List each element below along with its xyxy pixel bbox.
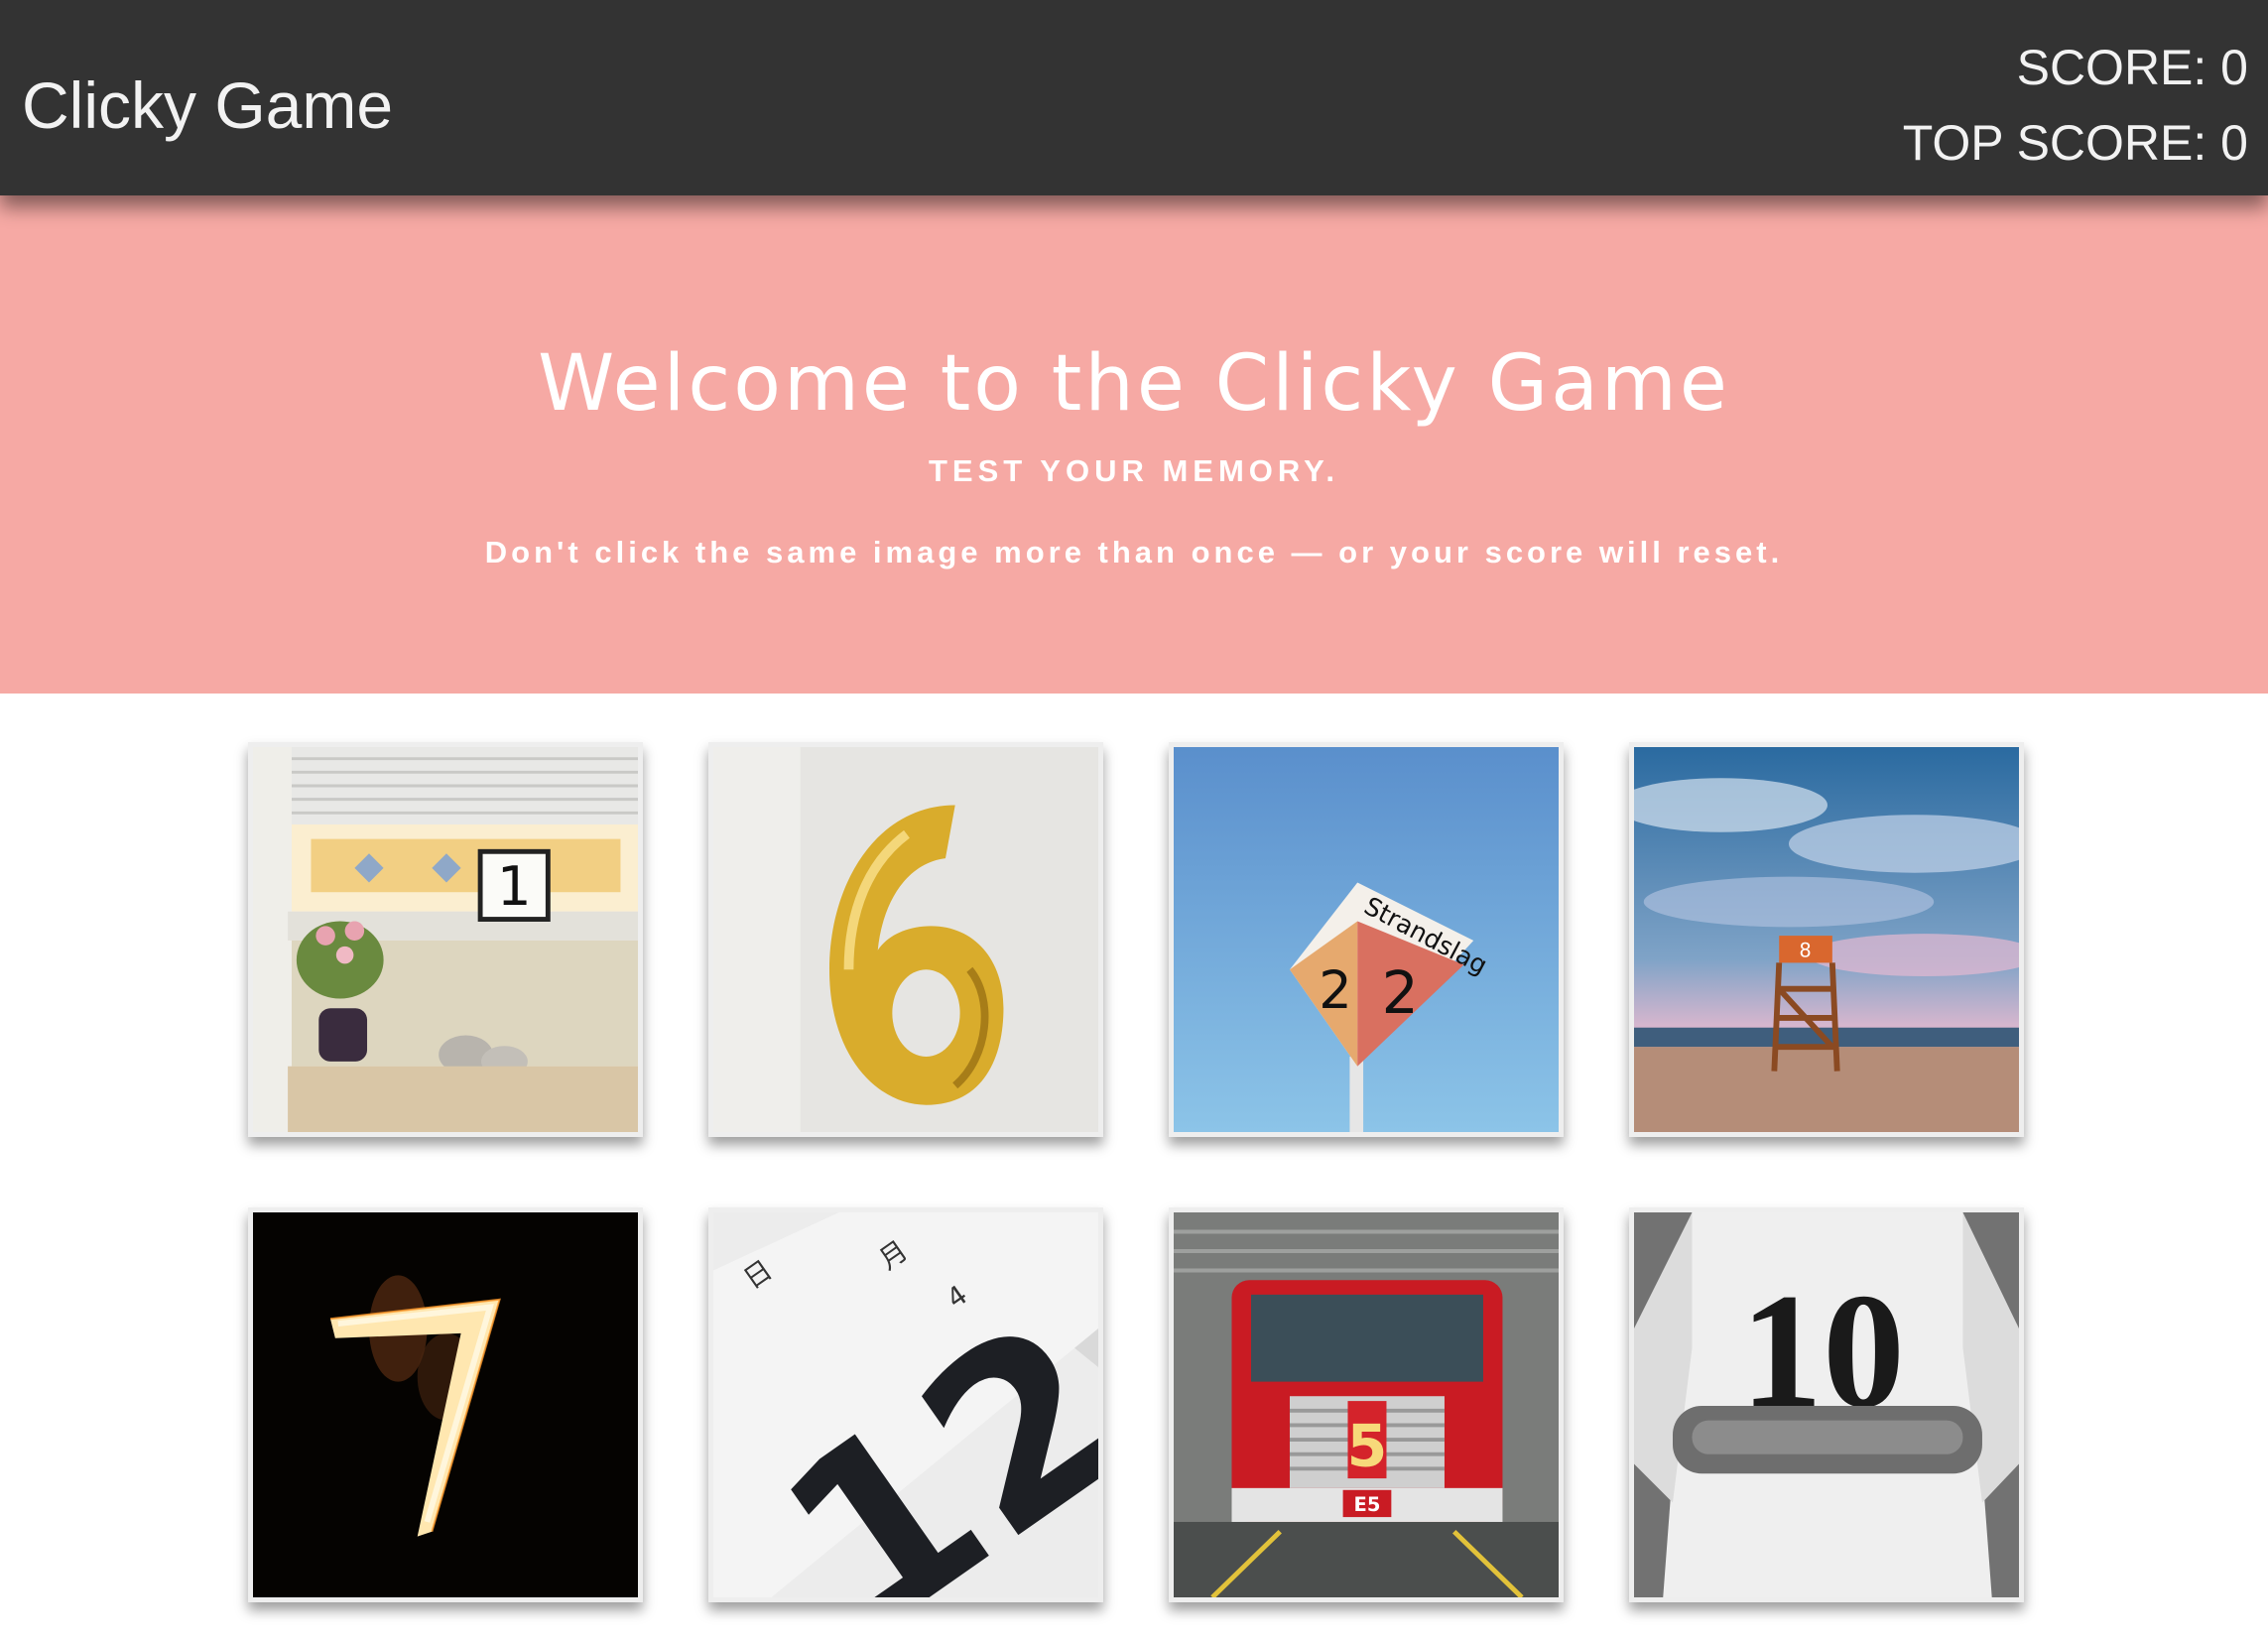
navbar: Clicky Game SCORE: 0 TOP SCORE: 0 [0, 0, 2268, 195]
number-10-jersey-image: 10 [1634, 1212, 2019, 1597]
image-card-1[interactable]: 1 [248, 742, 643, 1137]
score-label: SCORE: 0 [2016, 40, 2248, 95]
top-score-label: TOP SCORE: 0 [1902, 115, 2248, 171]
hero-instructions: Don't click the same image more than onc… [484, 535, 1784, 569]
card-4-number: 8 [1799, 940, 1811, 962]
number-7-fire-image: 7 [253, 1212, 638, 1597]
image-card-2[interactable]: 6 [708, 742, 1103, 1137]
number-1-windowsill-image: 1 [253, 747, 638, 1132]
number-12-calendar-image: 日 月 4 12 [713, 1212, 1098, 1597]
card-3-number-right: 2 [1382, 959, 1419, 1027]
hero-title: Welcome to the Clicky Game [538, 339, 1730, 429]
brand-title[interactable]: Clicky Game [22, 65, 393, 145]
image-card-5[interactable]: 7 [248, 1207, 643, 1602]
card-7-number: 5 [1347, 1412, 1388, 1479]
image-card-3[interactable]: 2 2 Strandslag [1169, 742, 1564, 1137]
number-22-sign-image: 2 2 Strandslag [1174, 747, 1559, 1132]
card-7-plate-label: E5 [1354, 1493, 1381, 1516]
score-panel: SCORE: 0 TOP SCORE: 0 [1903, 38, 2248, 189]
number-5-fire-truck-image: 5 E5 [1174, 1212, 1559, 1597]
image-card-6[interactable]: 日 月 4 12 [708, 1207, 1103, 1602]
hero-banner: Welcome to the Clicky Game TEST YOUR MEM… [0, 195, 2268, 694]
image-card-4[interactable]: 8 [1629, 742, 2024, 1137]
number-6-balloon-image: 6 [713, 747, 1098, 1132]
card-1-number: 1 [497, 854, 532, 918]
image-card-7[interactable]: 5 E5 [1169, 1207, 1564, 1602]
card-3-number-left: 2 [1319, 960, 1351, 1021]
image-card-8[interactable]: 10 [1629, 1207, 2024, 1602]
hero-subtitle: TEST YOUR MEMORY. [929, 453, 1339, 488]
number-8-lifeguard-chair-image: 8 [1634, 747, 2019, 1132]
